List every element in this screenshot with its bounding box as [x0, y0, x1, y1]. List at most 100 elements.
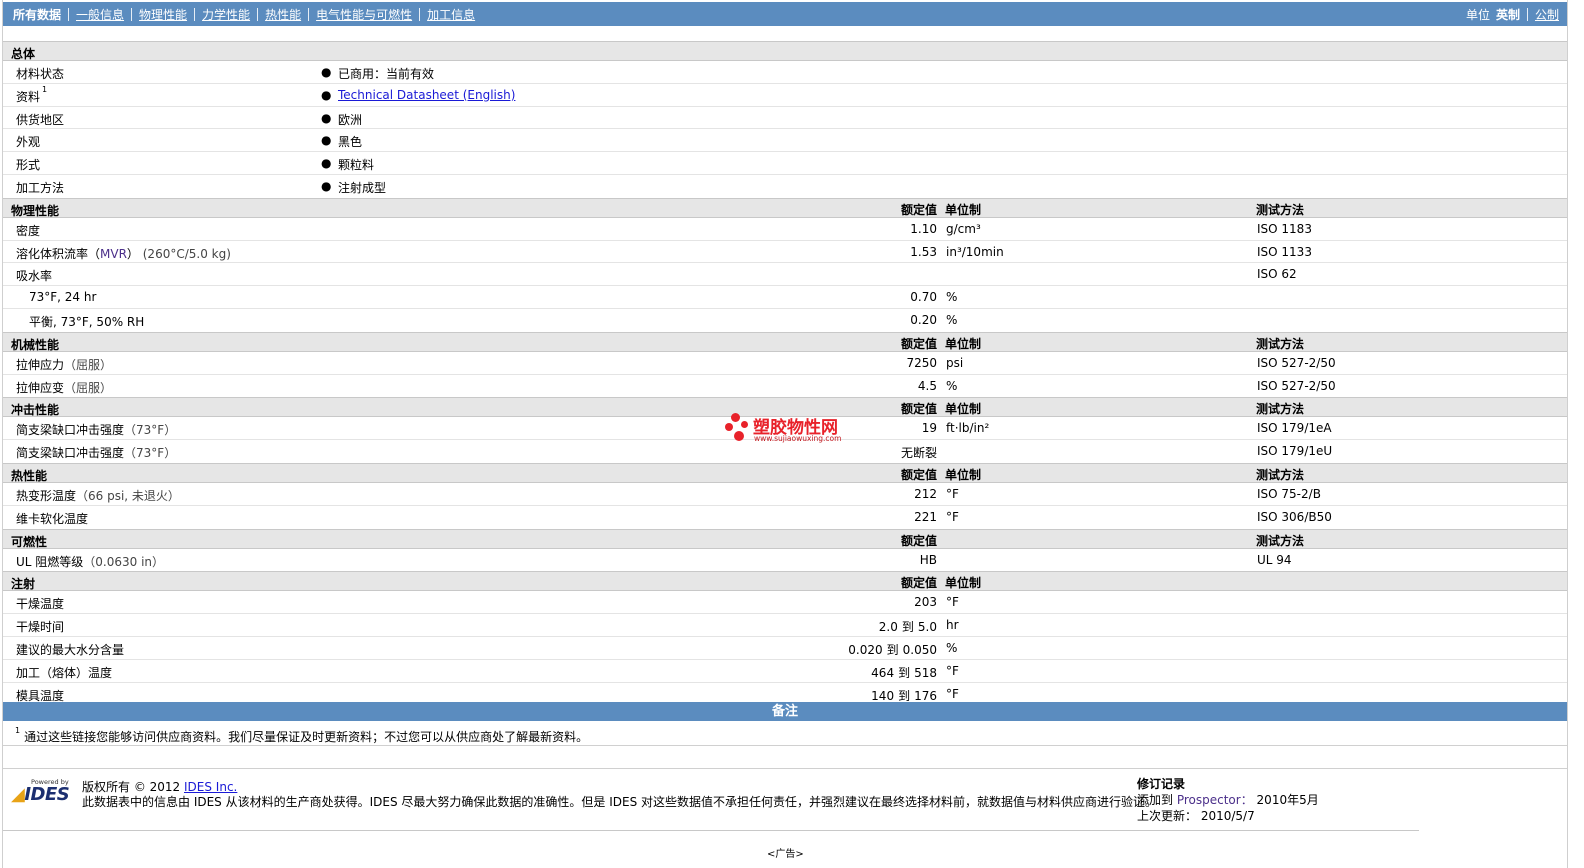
unit-switcher: 单位 英制 公制 — [1466, 6, 1559, 23]
property-value: 0.70 — [910, 290, 937, 305]
property-table: 总体 材料状态 ● 已商用：当前有效 资料1 ● Technical Datas… — [3, 41, 1567, 705]
property-name: 密度 — [16, 223, 41, 238]
property-name: 吸水率 — [16, 269, 53, 284]
property-value-range: 464 到 518 — [871, 665, 937, 680]
property-value: 1.10 — [910, 221, 937, 236]
test-method: ISO 62 — [1257, 267, 1297, 282]
ides-logo[interactable]: Powered by ◢IDES — [11, 778, 73, 805]
watermark-dot-icon — [741, 421, 748, 428]
units-label: 单位 — [1465, 8, 1490, 22]
property-name: 干燥时间 — [16, 620, 65, 635]
section-header-general: 总体 — [3, 41, 1567, 61]
table-row: 加工（熔体）温度 464 到 518 °F — [3, 660, 1567, 683]
property-value: 已商用：当前有效 — [338, 67, 435, 81]
table-row: 73°F, 24 hr 0.70 % — [3, 286, 1567, 309]
property-subcondition: 73°F, 24 hr — [29, 290, 97, 305]
tab-separator — [68, 8, 70, 21]
bullet-icon: ● — [321, 156, 332, 171]
watermark-url: www.sujiaowuxing.com — [754, 434, 842, 443]
property-name: 加工（熔体）温度 — [16, 665, 113, 680]
property-value-range: 140 到 176 — [871, 688, 937, 703]
table-row: 资料1 ● Technical Datasheet (English) — [3, 84, 1567, 107]
tab-separator — [419, 8, 421, 21]
property-subcondition: 平衡, 73°F, 50% RH — [29, 314, 145, 329]
table-row: 平衡, 73°F, 50% RH 0.20 % — [3, 309, 1567, 332]
property-value: 无断裂 — [900, 446, 937, 461]
ad-label: <广告> — [767, 849, 804, 860]
property-unit: % — [946, 640, 958, 655]
bullet-icon: ● — [321, 178, 332, 193]
property-name: 拉伸应变（屈服） — [16, 380, 113, 395]
section-header-injection: 注射 额定值 单位制 — [3, 571, 1567, 592]
property-name: 热变形温度（66 psi, 未退火） — [16, 488, 180, 503]
tab-electrical-flammability[interactable]: 电气性能与可燃性 — [316, 6, 412, 23]
property-name: 建议的最大水分含量 — [16, 642, 125, 657]
property-value: 颗粒料 — [338, 158, 375, 173]
table-row: 溶化体积流率（MVR） (260°C/5.0 kg) 1.53 in³/10mi… — [3, 241, 1567, 264]
property-unit: ft·lb/in² — [946, 421, 990, 436]
property-name: 外观 — [16, 135, 41, 150]
table-row: 加工方法 ● 注射成型 — [3, 175, 1567, 198]
section-header-physical: 物理性能 额定值 单位制 测试方法 — [3, 197, 1567, 218]
bullet-icon: ● — [321, 65, 332, 79]
revision-added: 添加到 Prospector： 2010年5月 — [1137, 793, 1319, 807]
property-unit: g/cm³ — [946, 221, 981, 236]
divider — [3, 830, 1419, 831]
property-unit: hr — [946, 618, 959, 633]
property-name: 简支梁缺口冲击强度（73°F） — [16, 446, 177, 461]
property-unit: psi — [946, 355, 964, 370]
tab-processing[interactable]: 加工信息 — [427, 6, 475, 23]
watermark-dot-icon — [725, 423, 733, 431]
unit-english: 英制 — [1495, 8, 1520, 22]
section-header-thermal: 热性能 额定值 单位制 测试方法 — [3, 462, 1567, 483]
divider — [3, 745, 1567, 746]
property-value: 7250 — [906, 355, 937, 370]
revision-history: 修订记录 添加到 Prospector： 2010年5月 上次更新： 2010/… — [1137, 776, 1319, 824]
property-name: 加工方法 — [16, 180, 65, 195]
technical-datasheet-link[interactable]: Technical Datasheet (English) — [338, 88, 515, 102]
property-value: 0.20 — [910, 312, 937, 327]
ides-link[interactable]: IDES Inc. — [184, 780, 237, 794]
tab-all-data[interactable]: 所有数据 — [13, 6, 61, 23]
table-row: 形式 ● 颗粒料 — [3, 152, 1567, 175]
unit-metric-link[interactable]: 公制 — [1535, 6, 1559, 23]
property-name: 形式 — [16, 158, 41, 173]
property-name: 模具温度 — [16, 688, 65, 703]
property-unit: in³/10min — [946, 244, 1004, 259]
table-row: 材料状态 ● 已商用：当前有效 — [3, 61, 1567, 84]
table-row: 干燥时间 2.0 到 5.0 hr — [3, 614, 1567, 637]
table-row: 干燥温度 203 °F — [3, 591, 1567, 615]
property-value: 4.5 — [917, 378, 937, 393]
tab-general-info[interactable]: 一般信息 — [76, 6, 124, 23]
property-value: 1.53 — [910, 244, 937, 259]
tab-mechanical[interactable]: 力学性能 — [202, 6, 250, 23]
property-name: UL 阻燃等级（0.0630 in） — [16, 554, 165, 569]
test-method: ISO 179/1eU — [1257, 444, 1333, 459]
watermark-dot-icon — [734, 431, 744, 441]
section-header-mechanical: 机械性能 额定值 单位制 测试方法 — [3, 331, 1567, 352]
property-name: 材料状态 — [16, 67, 65, 81]
tab-separator — [257, 8, 259, 21]
property-name: 干燥温度 — [16, 597, 65, 612]
tab-separator — [308, 8, 310, 21]
table-row: UL 阻燃等级（0.0630 in） HB UL 94 — [3, 549, 1567, 572]
property-unit: % — [946, 378, 958, 393]
property-name: 供货地区 — [16, 112, 65, 127]
tab-thermal[interactable]: 热性能 — [265, 6, 301, 23]
property-value: 欧洲 — [338, 112, 363, 127]
property-unit: °F — [946, 686, 959, 701]
test-method: ISO 179/1eA — [1257, 421, 1332, 436]
property-value-range: 0.020 到 0.050 — [848, 642, 937, 657]
table-row: 建议的最大水分含量 0.020 到 0.050 % — [3, 637, 1567, 660]
property-name: 资料1 — [16, 84, 48, 104]
tab-physical[interactable]: 物理性能 — [139, 6, 187, 23]
table-row: 拉伸应变（屈服） 4.5 % ISO 527-2/50 — [3, 375, 1567, 398]
test-method: UL 94 — [1257, 552, 1292, 567]
bullet-icon: ● — [321, 110, 332, 125]
property-value: 19 — [921, 421, 937, 436]
watermark-logo: 塑胶物性网 www.sujiaowuxing.com — [723, 412, 853, 446]
table-row: 拉伸应力（屈服） 7250 psi ISO 527-2/50 — [3, 352, 1567, 375]
disclaimer: 此数据表中的信息由 IDES 从该材料的生产商处获得。IDES 尽最大努力确保此… — [82, 795, 1158, 809]
watermark-dot-icon — [731, 413, 740, 422]
top-nav-bar: 所有数据 一般信息 物理性能 力学性能 热性能 电气性能与可燃性 加工信息 单位… — [3, 2, 1567, 26]
